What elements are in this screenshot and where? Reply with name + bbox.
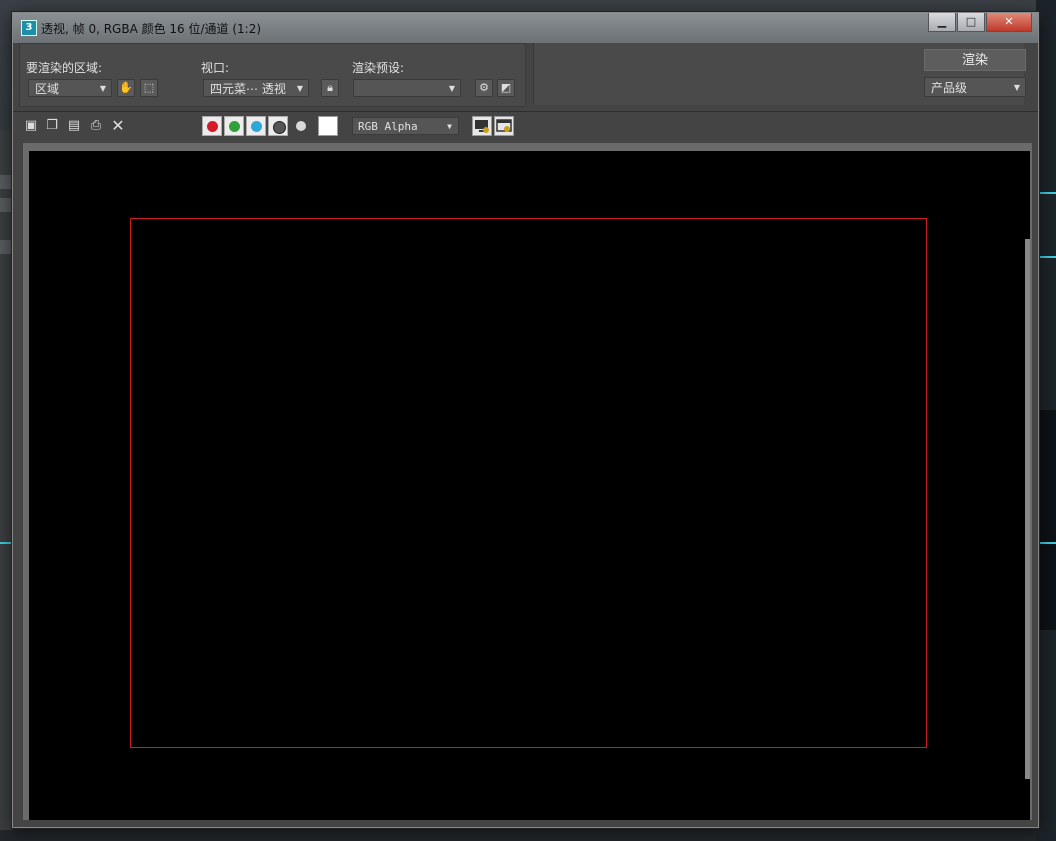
chevron-down-icon: ▼ bbox=[296, 84, 303, 93]
viewport-dropdown[interactable]: 四元菜⋯ 透视 ▼ bbox=[203, 79, 309, 97]
window-title: 透视, 帧 0, RGBA 颜色 16 位/通道 (1:2) bbox=[41, 22, 262, 36]
maximize-button[interactable]: □ bbox=[957, 13, 985, 32]
monochrome-toggle-icon[interactable] bbox=[296, 121, 306, 131]
background-cyan-line bbox=[0, 542, 12, 544]
background-left-panel bbox=[0, 130, 12, 830]
region-select-icon[interactable]: ⬚ bbox=[140, 79, 158, 97]
frame-toolbar: ▣ ❐ ▤ ⎙ ✕ RGB Alpha ▼ bbox=[13, 111, 1038, 140]
display-icon[interactable] bbox=[472, 116, 492, 136]
background-cell bbox=[0, 198, 12, 212]
red-channel-toggle[interactable] bbox=[202, 116, 222, 136]
red-channel-icon bbox=[207, 121, 218, 132]
render-controls-panel: 要渲染的区域: 区域 ▼ ✋ ⬚ 视口: 四元菜⋯ 透视 ▼ 🔒︎ 渲染预设: … bbox=[19, 43, 526, 107]
hand-icon[interactable]: ✋ bbox=[117, 79, 135, 97]
viewport-value: 四元菜⋯ 透视 bbox=[210, 82, 286, 96]
minimize-button[interactable]: ▁ bbox=[928, 13, 956, 32]
blue-channel-toggle[interactable] bbox=[246, 116, 266, 136]
chevron-down-icon: ▼ bbox=[99, 84, 106, 93]
alpha-channel-icon bbox=[273, 121, 286, 134]
blue-channel-icon bbox=[251, 121, 262, 132]
chevron-down-icon: ▼ bbox=[1013, 83, 1020, 92]
render-area-label: 要渲染的区域: bbox=[26, 61, 103, 75]
render-area-value: 区域 bbox=[35, 82, 60, 96]
window-controls: ▁ □ ✕ bbox=[927, 13, 1032, 32]
channel-display-value: RGB Alpha bbox=[358, 120, 418, 133]
background-right-panel bbox=[1036, 0, 1056, 841]
app-icon: 3 bbox=[21, 20, 37, 36]
render-region-frame[interactable] bbox=[130, 218, 927, 748]
clone-icon[interactable]: ▤ bbox=[66, 118, 82, 134]
background-cell bbox=[0, 175, 12, 189]
title-bar[interactable]: 3 透视, 帧 0, RGBA 颜色 16 位/通道 (1:2) ▁ □ ✕ bbox=[13, 13, 1038, 43]
render-area-dropdown[interactable]: 区域 ▼ bbox=[28, 79, 112, 97]
green-channel-icon bbox=[229, 121, 240, 132]
print-icon[interactable]: ⎙ bbox=[88, 118, 104, 134]
render-setup-icon[interactable]: ⚙ bbox=[475, 79, 493, 97]
chevron-down-icon: ▼ bbox=[448, 84, 455, 93]
render-button[interactable]: 渲染 bbox=[924, 49, 1026, 71]
environment-icon[interactable]: ◩ bbox=[497, 79, 515, 97]
background-dark-region bbox=[1036, 410, 1056, 630]
clear-color-swatch[interactable] bbox=[318, 116, 338, 136]
background-cyan-line bbox=[1036, 256, 1056, 258]
rendered-image-canvas[interactable] bbox=[29, 151, 1030, 820]
render-quality-value: 产品级 bbox=[931, 81, 968, 95]
render-quality-dropdown[interactable]: 产品级 ▼ bbox=[924, 77, 1026, 97]
alpha-channel-toggle[interactable] bbox=[268, 116, 288, 136]
lock-icon[interactable]: 🔒︎ bbox=[321, 79, 339, 97]
rendered-frame-window: 3 透视, 帧 0, RGBA 颜色 16 位/通道 (1:2) ▁ □ ✕ 要… bbox=[12, 12, 1039, 828]
background-cell bbox=[0, 240, 12, 254]
vertical-scrollbar[interactable] bbox=[1025, 239, 1030, 779]
viewport-label: 视口: bbox=[201, 61, 230, 75]
render-preset-dropdown[interactable]: ▼ bbox=[353, 79, 461, 97]
render-preset-label: 渲染预设: bbox=[352, 61, 405, 75]
background-cyan-line bbox=[1036, 542, 1056, 544]
window-view-icon[interactable] bbox=[494, 116, 514, 136]
chevron-down-icon: ▼ bbox=[447, 122, 452, 131]
background-cyan-line bbox=[1036, 192, 1056, 194]
close-button[interactable]: ✕ bbox=[986, 13, 1032, 32]
green-channel-toggle[interactable] bbox=[224, 116, 244, 136]
save-icon[interactable]: ▣ bbox=[23, 118, 39, 134]
channel-display-dropdown[interactable]: RGB Alpha ▼ bbox=[352, 117, 459, 135]
render-action-panel: 渲染 产品级 ▼ bbox=[533, 43, 1026, 105]
clear-icon[interactable]: ✕ bbox=[110, 118, 126, 134]
rendered-image-frame bbox=[23, 143, 1032, 820]
copy-icon[interactable]: ❐ bbox=[44, 118, 60, 134]
